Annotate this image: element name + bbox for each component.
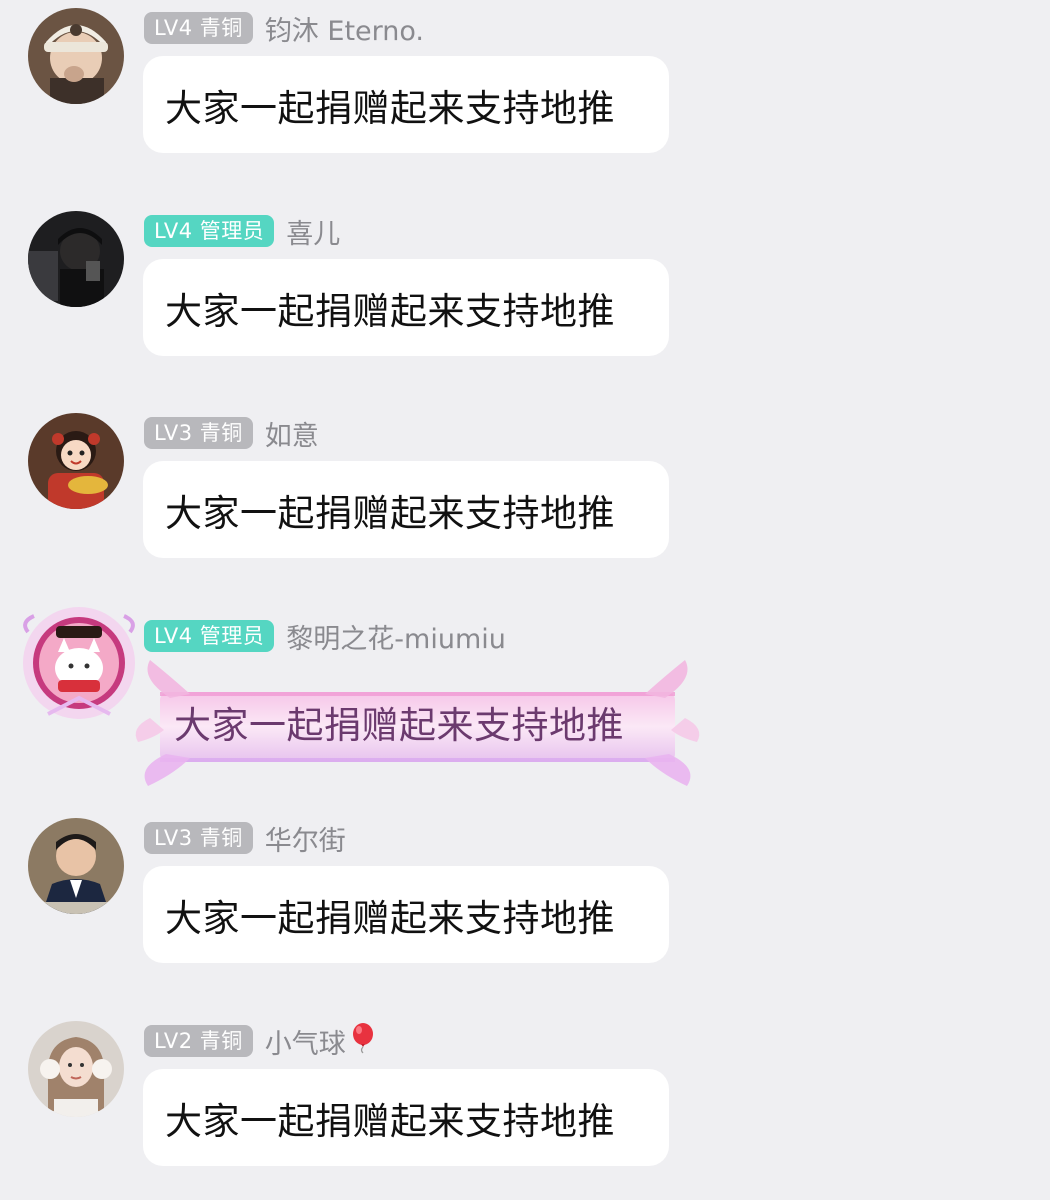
- message-text: 大家一起捐赠起来支持地推: [165, 896, 615, 940]
- user-avatar-cap[interactable]: [28, 8, 124, 104]
- sender-name[interactable]: 黎明之花-miumiu: [286, 617, 506, 656]
- chat-message: LV4 管理员 黎明之花-miumiu 大家一起捐赠起来支持地推: [0, 607, 1050, 808]
- message-meta: LV4 管理员 黎明之花-miumiu: [144, 617, 506, 656]
- chat-message-list[interactable]: LV4 青铜 钧沐 Eterno. 大家一起捐赠起来支持地推 LV4 管理员 喜…: [0, 0, 1050, 1200]
- sender-name[interactable]: 如意: [265, 414, 319, 453]
- message-bubble[interactable]: 大家一起捐赠起来支持地推: [143, 259, 669, 356]
- message-text: 大家一起捐赠起来支持地推: [165, 289, 615, 333]
- message-meta: LV3 青铜 如意: [144, 414, 319, 453]
- message-meta: LV3 青铜 华尔街: [144, 819, 346, 858]
- admin-badge: LV4 管理员: [144, 620, 275, 652]
- chat-message: LV4 管理员 喜儿 大家一起捐赠起来支持地推: [0, 203, 1050, 403]
- message-meta: LV2 青铜 小气球: [144, 1022, 376, 1061]
- chat-message: LV3 青铜 如意 大家一起捐赠起来支持地推: [0, 405, 1050, 605]
- admin-badge: LV4 管理员: [144, 215, 275, 247]
- user-avatar-lucky-cat[interactable]: [18, 602, 140, 724]
- decorated-message-bubble[interactable]: 大家一起捐赠起来支持地推: [130, 658, 705, 788]
- message-text: 大家一起捐赠起来支持地推: [174, 704, 624, 747]
- message-meta: LV4 管理员 喜儿: [144, 212, 340, 251]
- sender-name[interactable]: 钧沐 Eterno.: [265, 9, 424, 48]
- balloon-icon: [350, 1022, 376, 1061]
- message-meta: LV4 青铜 钧沐 Eterno.: [144, 9, 424, 48]
- message-bubble[interactable]: 大家一起捐赠起来支持地推: [143, 461, 669, 558]
- user-avatar-dark[interactable]: [28, 211, 124, 307]
- sender-name[interactable]: 喜儿: [286, 212, 340, 251]
- level-badge: LV3 青铜: [144, 417, 253, 449]
- user-avatar-cartoon-girl[interactable]: [28, 413, 124, 509]
- sender-name[interactable]: 小气球: [265, 1022, 376, 1061]
- message-bubble[interactable]: 大家一起捐赠起来支持地推: [143, 56, 669, 153]
- chat-message: LV3 青铜 华尔街 大家一起捐赠起来支持地推: [0, 810, 1050, 1010]
- chat-message: LV2 青铜 小气球 大家一起捐赠起来支持地推: [0, 1013, 1050, 1200]
- chat-message: LV4 青铜 钧沐 Eterno. 大家一起捐赠起来支持地推: [0, 0, 1050, 200]
- message-text: 大家一起捐赠起来支持地推: [165, 491, 615, 535]
- message-bubble[interactable]: 大家一起捐赠起来支持地推: [143, 866, 669, 963]
- message-bubble[interactable]: 大家一起捐赠起来支持地推: [143, 1069, 669, 1166]
- level-badge: LV3 青铜: [144, 822, 253, 854]
- sender-name[interactable]: 华尔街: [265, 819, 346, 858]
- user-avatar-woman-headphones[interactable]: [28, 1021, 124, 1117]
- level-badge: LV4 青铜: [144, 12, 253, 44]
- level-badge: LV2 青铜: [144, 1025, 253, 1057]
- message-text: 大家一起捐赠起来支持地推: [165, 1099, 615, 1143]
- user-avatar-man-suit[interactable]: [28, 818, 124, 914]
- message-text: 大家一起捐赠起来支持地推: [165, 86, 615, 130]
- sender-name-text: 小气球: [264, 1028, 346, 1060]
